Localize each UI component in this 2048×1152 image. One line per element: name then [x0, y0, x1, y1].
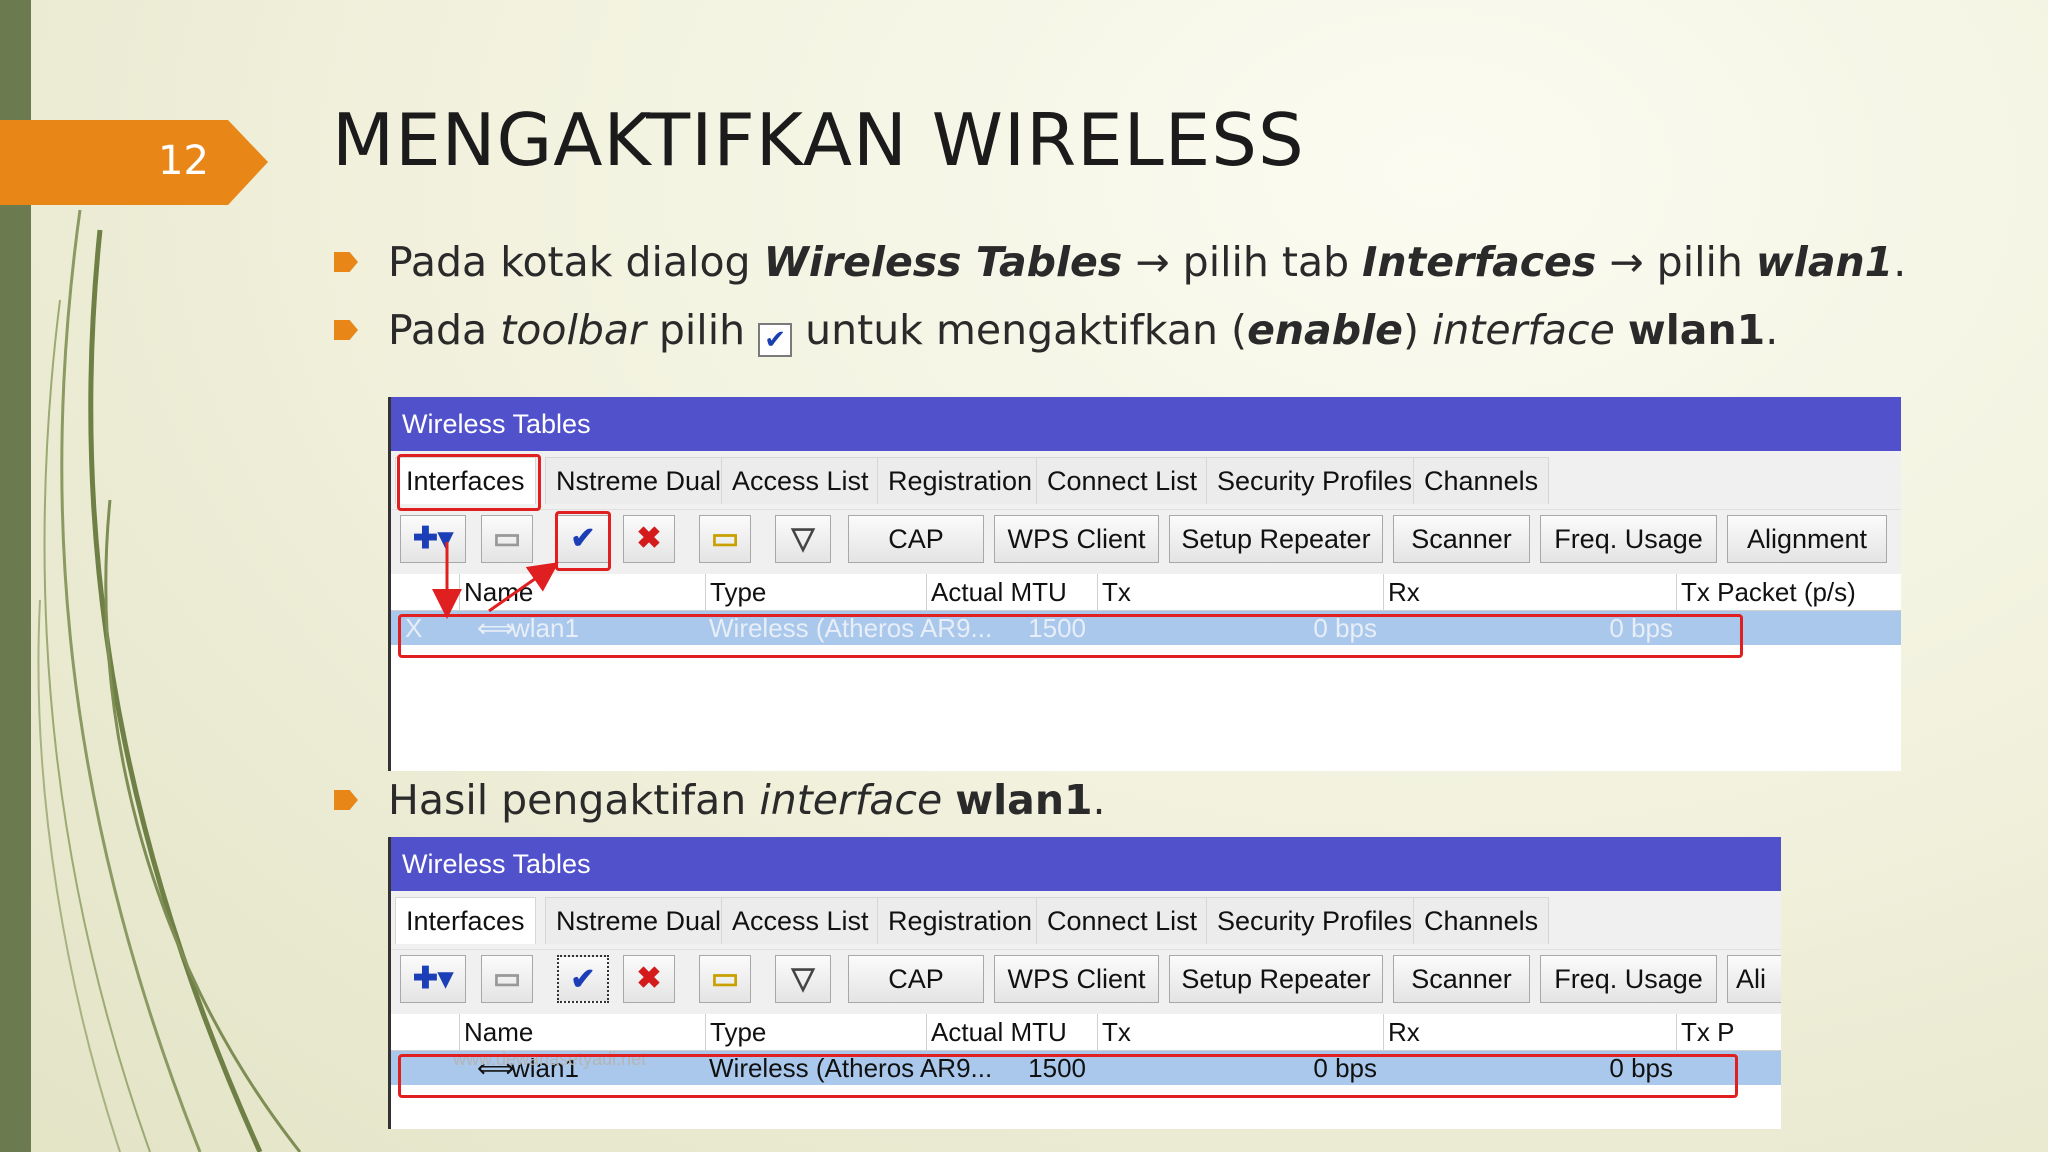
tab-connect-list[interactable]: Connect List — [1036, 897, 1209, 944]
setup-repeater-button[interactable]: Setup Repeater — [1169, 515, 1383, 563]
tab-security-profiles[interactable]: Security Profiles — [1206, 897, 1424, 944]
callout-wlan1-row — [398, 1054, 1738, 1098]
tab-interfaces[interactable]: Interfaces — [395, 897, 536, 944]
column-name[interactable]: Name — [459, 1014, 694, 1050]
bullet-text: . — [1765, 306, 1779, 354]
bullet-text: untuk mengaktifkan ( — [792, 306, 1248, 354]
window-title: Wireless Tables — [391, 837, 1781, 891]
bullet-text — [942, 776, 955, 824]
wireless-tables-window-after: Wireless Tables Interfaces Nstreme Dual … — [388, 837, 1781, 1129]
column-actual-mtu[interactable]: Actual MTU — [926, 1014, 1091, 1050]
filter-icon[interactable]: ▽ — [775, 955, 831, 1003]
table-header: Name Type Actual MTU Tx Rx Tx P — [391, 1014, 1781, 1051]
alignment-button[interactable]: Alignment — [1727, 515, 1887, 563]
tab-access-list[interactable]: Access List — [721, 897, 880, 944]
disable-icon[interactable]: ✖ — [623, 955, 675, 1003]
wps-client-button[interactable]: WPS Client — [994, 515, 1159, 563]
bullet-arrow-icon — [334, 790, 358, 810]
bullet-text: → pilih tab — [1122, 238, 1363, 286]
scanner-button[interactable]: Scanner — [1393, 515, 1530, 563]
setup-repeater-button[interactable]: Setup Repeater — [1169, 955, 1383, 1003]
bullet-arrow-icon — [334, 320, 358, 340]
tab-connect-list[interactable]: Connect List — [1036, 457, 1209, 504]
slide-title: MENGAKTIFKAN WIRELESS — [332, 98, 1305, 182]
column-rx[interactable]: Rx — [1383, 574, 1668, 610]
remove-icon[interactable]: ▭ — [481, 955, 533, 1003]
bullet-2: Pada toolbar pilih ✔ untuk mengaktifkan … — [334, 306, 1779, 357]
bullet-3: Hasil pengaktifan interface wlan1. — [334, 776, 1106, 824]
column-tx-packet[interactable]: Tx P — [1676, 1014, 1781, 1050]
column-tx[interactable]: Tx — [1097, 1014, 1382, 1050]
column-actual-mtu[interactable]: Actual MTU — [926, 574, 1091, 610]
bullet-italic: interface — [1431, 306, 1615, 354]
bullet-text: . — [1092, 776, 1106, 824]
toolbar: ✚▾ ▭ ✔ ✖ ▭ ▽ CAP WPS Client Setup Repeat… — [391, 949, 1781, 1014]
bullet-strong: wlan1 — [1627, 306, 1766, 354]
freq-usage-button[interactable]: Freq. Usage — [1540, 515, 1717, 563]
column-tx-packet[interactable]: Tx Packet (p/s) — [1676, 574, 1901, 610]
tab-registration[interactable]: Registration — [877, 457, 1044, 504]
bullet-strong: wlan1 — [1755, 238, 1894, 286]
comment-icon[interactable]: ▭ — [699, 515, 751, 563]
bullet-strong: Interfaces — [1362, 238, 1597, 286]
bullet-text — [1615, 306, 1628, 354]
tab-access-list[interactable]: Access List — [721, 457, 880, 504]
comment-icon[interactable]: ▭ — [699, 955, 751, 1003]
freq-usage-button[interactable]: Freq. Usage — [1540, 955, 1717, 1003]
wps-client-button[interactable]: WPS Client — [994, 955, 1159, 1003]
filter-icon[interactable]: ▽ — [775, 515, 831, 563]
tab-channels[interactable]: Channels — [1413, 457, 1550, 504]
bullet-arrow-icon — [334, 252, 358, 272]
bullet-text: Pada kotak dialog — [388, 238, 764, 286]
scanner-button[interactable]: Scanner — [1393, 955, 1530, 1003]
column-type[interactable]: Type — [705, 574, 920, 610]
enable-icon[interactable]: ✔ — [557, 955, 609, 1003]
bullet-text: Pada — [388, 306, 501, 354]
enable-checkbox-icon: ✔ — [758, 323, 793, 357]
bullet-italic: interface — [759, 776, 943, 824]
tab-security-profiles[interactable]: Security Profiles — [1206, 457, 1424, 504]
bullet-text: . — [1893, 238, 1907, 286]
slide-number-badge — [0, 120, 268, 205]
bullet-strong: enable — [1247, 306, 1403, 354]
wireless-tables-window-before: Wireless Tables Interfaces Nstreme Dual … — [388, 397, 1901, 771]
slide-number: 12 — [158, 138, 209, 184]
bullet-text: pilih — [645, 306, 759, 354]
bullet-1: Pada kotak dialog Wireless Tables → pili… — [334, 238, 1907, 286]
bullet-text: → pilih — [1596, 238, 1756, 286]
bullet-strong: Wireless Tables — [763, 238, 1123, 286]
bullet-text: ) — [1402, 306, 1432, 354]
tab-nstreme-dual[interactable]: Nstreme Dual — [545, 897, 733, 944]
column-tx[interactable]: Tx — [1097, 574, 1382, 610]
bullet-italic: toolbar — [500, 306, 646, 354]
cap-button[interactable]: CAP — [848, 515, 984, 563]
tab-bar: Interfaces Nstreme Dual Access List Regi… — [391, 891, 1781, 949]
alignment-button[interactable]: Ali — [1727, 955, 1781, 1003]
add-icon[interactable]: ✚▾ — [400, 955, 466, 1003]
tab-channels[interactable]: Channels — [1413, 897, 1550, 944]
callout-arrows — [432, 542, 559, 619]
bullet-text: Hasil pengaktifan — [388, 776, 760, 824]
column-rx[interactable]: Rx — [1383, 1014, 1668, 1050]
column-type[interactable]: Type — [705, 1014, 920, 1050]
tab-registration[interactable]: Registration — [877, 897, 1044, 944]
bullet-strong: wlan1 — [955, 776, 1093, 824]
cap-button[interactable]: CAP — [848, 955, 984, 1003]
